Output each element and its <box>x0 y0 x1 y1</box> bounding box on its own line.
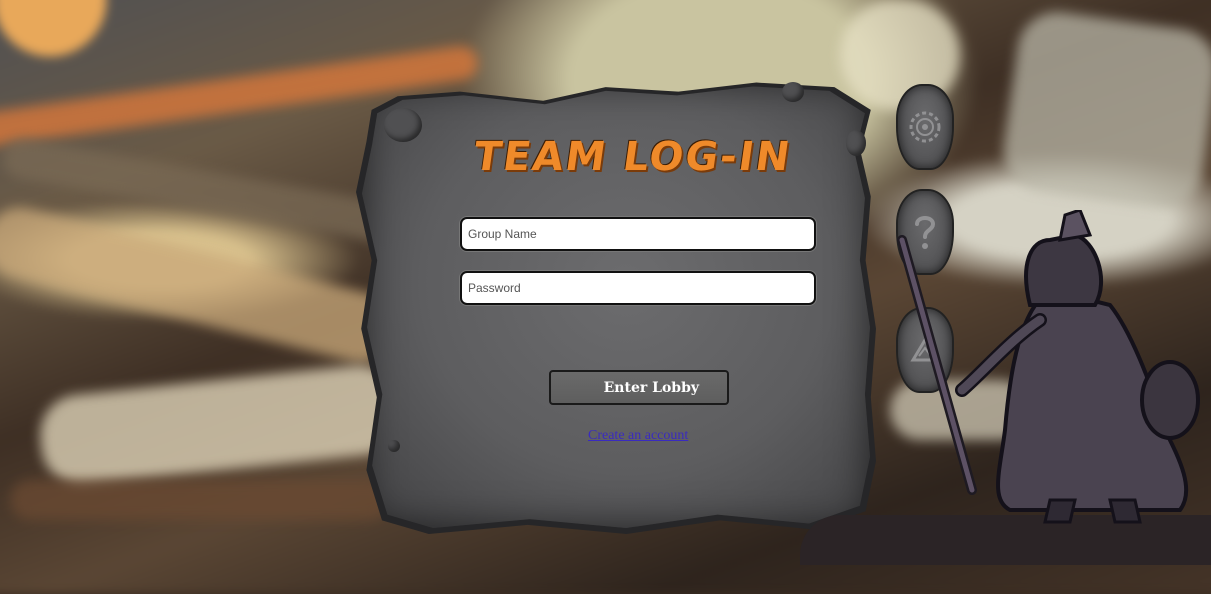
enter-lobby-button[interactable]: Enter Lobby <box>549 370 729 405</box>
password-input[interactable] <box>460 271 816 305</box>
background-decoration <box>998 6 1211 214</box>
background-decoration <box>10 480 390 520</box>
settings-stone-button[interactable] <box>896 84 954 170</box>
enter-lobby-label: Enter Lobby <box>603 379 699 396</box>
panel-rock <box>384 108 422 142</box>
panel-rock <box>846 130 866 156</box>
panel-rock <box>782 82 804 102</box>
create-account-link[interactable]: Create an account <box>588 428 688 444</box>
page-title: TEAM LOG-IN <box>470 134 795 180</box>
knight-character-illustration <box>897 210 1200 524</box>
panel-rock <box>388 440 400 452</box>
group-name-input[interactable] <box>460 217 816 251</box>
gear-icon <box>909 111 941 143</box>
